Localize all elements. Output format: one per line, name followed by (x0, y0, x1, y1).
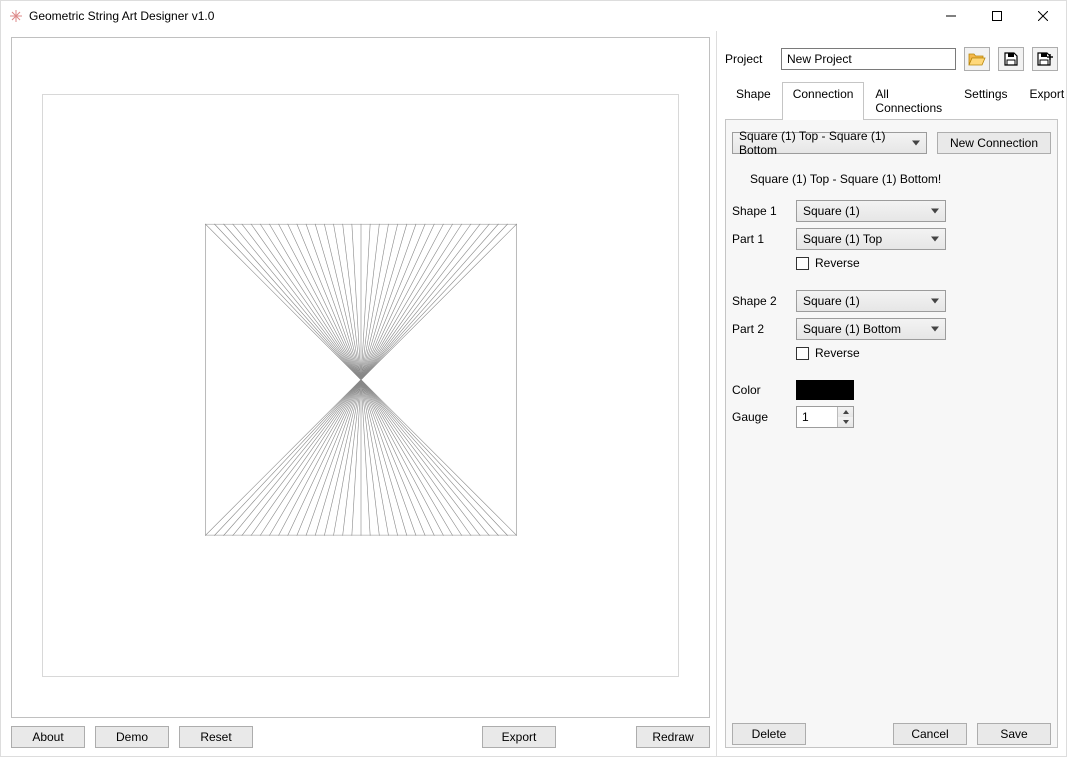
reset-button[interactable]: Reset (179, 726, 253, 748)
reverse1-checkbox[interactable]: Reverse (796, 256, 946, 270)
color-label: Color (732, 383, 788, 397)
connection-select[interactable]: Square (1) Top - Square (1) Bottom (732, 132, 927, 154)
part2-label: Part 2 (732, 322, 788, 336)
tab-all-connections[interactable]: All Connections (864, 82, 953, 120)
save-icon (1003, 51, 1019, 67)
delete-button[interactable]: Delete (732, 723, 806, 745)
string-art-canvas (205, 223, 517, 535)
save-button-icon[interactable] (998, 47, 1024, 71)
demo-button[interactable]: Demo (95, 726, 169, 748)
canvas-inner (42, 94, 679, 677)
tab-export[interactable]: Export (1019, 82, 1067, 120)
cancel-button[interactable]: Cancel (893, 723, 967, 745)
canvas-outer (11, 37, 710, 718)
tab-connection[interactable]: Connection (782, 82, 865, 120)
checkbox-icon (796, 257, 809, 270)
canvas-pane: About Demo Reset Export Redraw (1, 31, 716, 756)
tab-shape[interactable]: Shape (725, 82, 782, 120)
tab-panel-connection: Square (1) Top - Square (1) Bottom New C… (725, 120, 1058, 748)
shape1-label: Shape 1 (732, 204, 788, 218)
app-icon (9, 9, 23, 23)
window-title: Geometric String Art Designer v1.0 (29, 9, 214, 23)
titlebar: Geometric String Art Designer v1.0 (1, 1, 1066, 31)
shape2-select[interactable]: Square (1) (796, 290, 946, 312)
new-connection-button[interactable]: New Connection (937, 132, 1051, 154)
spinner-down[interactable] (838, 417, 853, 427)
connection-select-value: Square (1) Top - Square (1) Bottom (739, 129, 906, 157)
export-button[interactable]: Export (482, 726, 556, 748)
minimize-button[interactable] (928, 1, 974, 31)
shape1-select[interactable]: Square (1) (796, 200, 946, 222)
redraw-button[interactable]: Redraw (636, 726, 710, 748)
tab-bar: Shape Connection All Connections Setting… (725, 81, 1058, 120)
spinner-up[interactable] (838, 407, 853, 417)
project-name-input[interactable] (781, 48, 956, 70)
color-swatch[interactable] (796, 380, 854, 400)
reverse2-checkbox[interactable]: Reverse (796, 346, 946, 360)
tab-settings[interactable]: Settings (953, 82, 1018, 120)
close-button[interactable] (1020, 1, 1066, 31)
part1-label: Part 1 (732, 232, 788, 246)
inspector-pane: Project (716, 31, 1066, 756)
save-connection-button[interactable]: Save (977, 723, 1051, 745)
part2-select[interactable]: Square (1) Bottom (796, 318, 946, 340)
checkbox-icon (796, 347, 809, 360)
folder-open-icon (968, 51, 986, 67)
connection-title: Square (1) Top - Square (1) Bottom! (750, 172, 1051, 186)
gauge-spinner[interactable]: 1 (796, 406, 854, 428)
about-button[interactable]: About (11, 726, 85, 748)
maximize-button[interactable] (974, 1, 1020, 31)
part1-select[interactable]: Square (1) Top (796, 228, 946, 250)
shape2-label: Shape 2 (732, 294, 788, 308)
project-label: Project (725, 52, 773, 66)
open-button[interactable] (964, 47, 990, 71)
save-as-button-icon[interactable] (1032, 47, 1058, 71)
save-as-icon (1036, 51, 1054, 67)
gauge-label: Gauge (732, 410, 788, 424)
